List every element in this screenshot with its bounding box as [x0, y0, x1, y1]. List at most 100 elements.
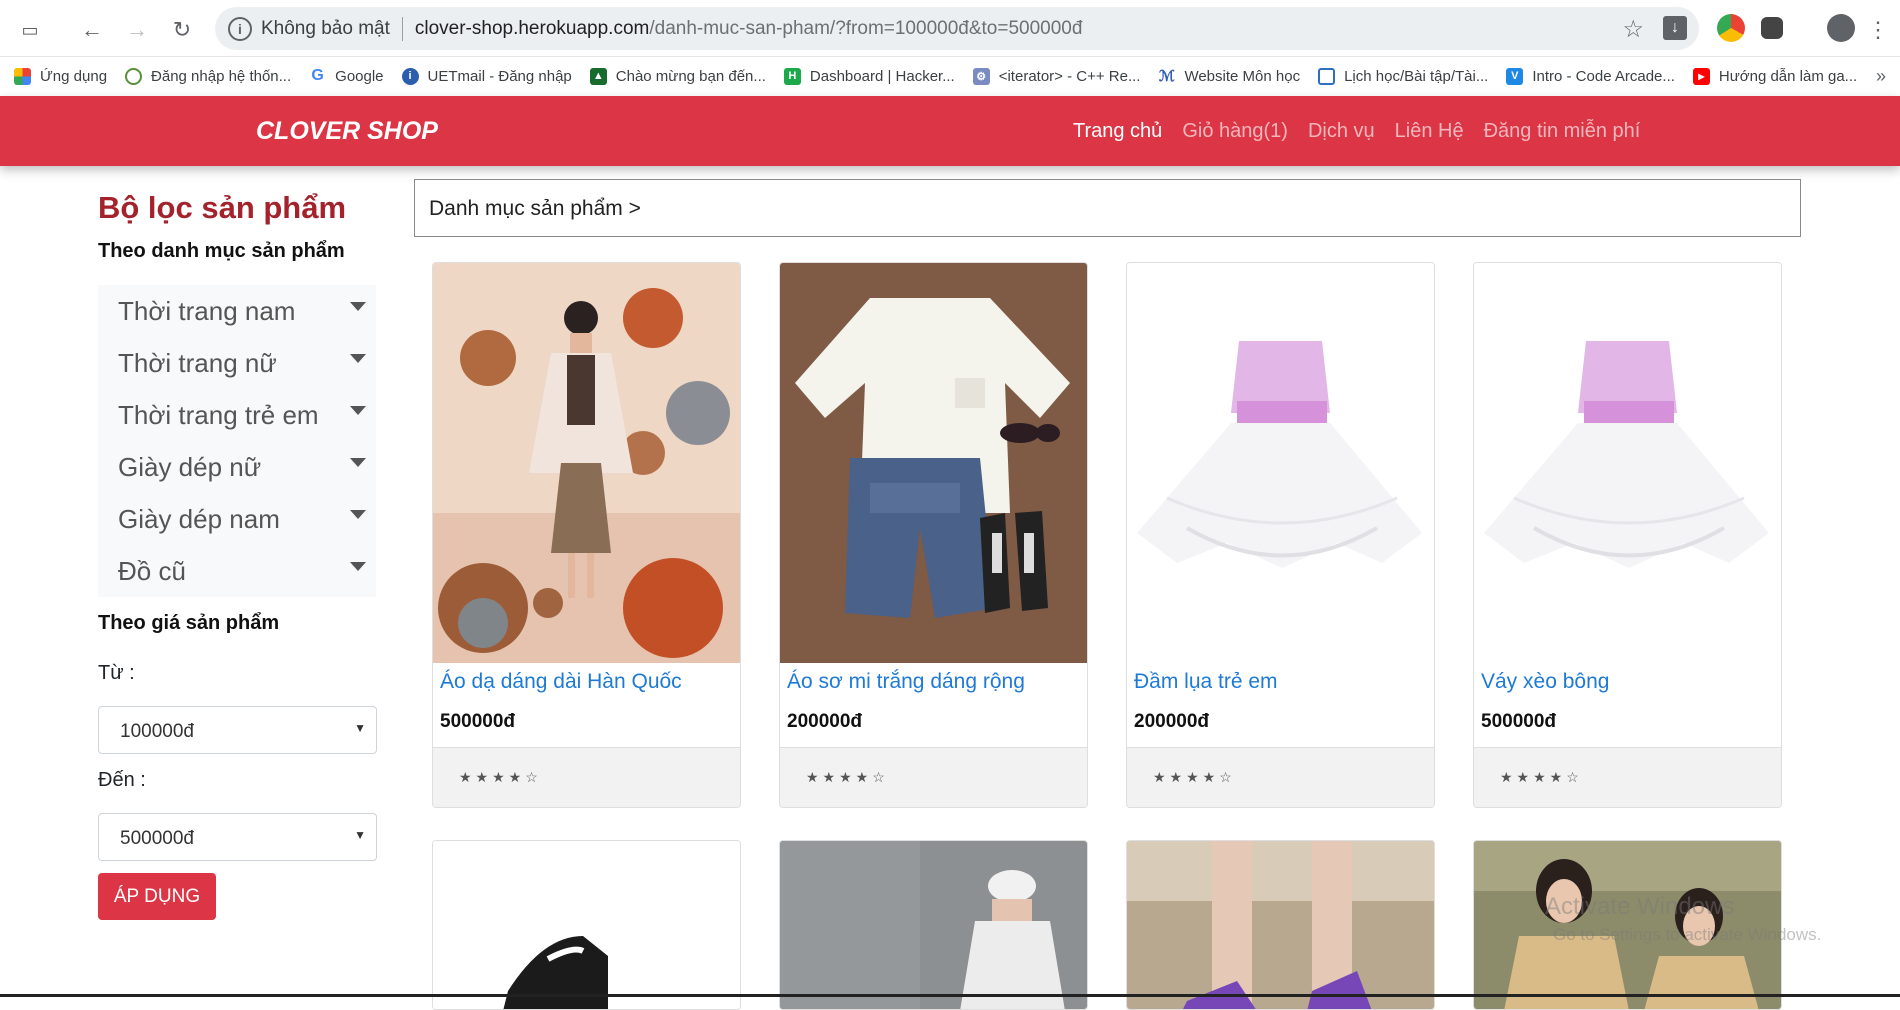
- nav-cart[interactable]: Giỏ hàng(1): [1182, 120, 1288, 143]
- product-image[interactable]: [433, 841, 740, 1010]
- dropdown-arrow-icon: ▼: [354, 721, 366, 735]
- globe-icon: [125, 67, 143, 85]
- brand-logo[interactable]: CLOVER SHOP: [256, 117, 438, 146]
- product-card[interactable]: [779, 840, 1088, 1010]
- nav-home[interactable]: Trang chủ: [1073, 120, 1162, 143]
- google-icon: G: [311, 67, 324, 84]
- download-icon[interactable]: ↓: [1663, 16, 1687, 40]
- bookmarks-overflow-icon[interactable]: »: [1876, 66, 1886, 87]
- category-label: Đồ cũ: [118, 555, 186, 586]
- dropdown-arrow-icon: ▼: [354, 828, 366, 842]
- product-name-link[interactable]: Áo dạ dáng dài Hàn Quốc: [440, 670, 682, 694]
- bookmark-item[interactable]: ▲ Chào mừng bạn đến...: [589, 67, 766, 85]
- bookmark-item[interactable]: ⚙ <iterator> - C++ Re...: [972, 67, 1140, 85]
- product-card[interactable]: Váy xèo bông 500000đ ★★★★☆: [1473, 262, 1782, 808]
- bookmark-item[interactable]: ℳ Website Môn học: [1158, 67, 1301, 86]
- address-bar[interactable]: i Không bảo mật clover-shop.herokuapp.co…: [215, 7, 1699, 50]
- rating-stars-icon: ★★★★☆: [1153, 769, 1236, 785]
- moodle-icon: ℳ: [1158, 68, 1175, 85]
- nav-contact[interactable]: Liên Hệ: [1395, 120, 1464, 143]
- product-name-link[interactable]: Váy xèo bông: [1481, 670, 1609, 694]
- product-rating-bar: ★★★★☆: [1474, 747, 1781, 807]
- product-image[interactable]: [1127, 263, 1434, 663]
- security-label: Không bảo mật: [261, 17, 390, 39]
- bookmark-item[interactable]: V Intro - Code Arcade...: [1506, 67, 1675, 85]
- product-name-link[interactable]: Áo sơ mi trắng dáng rộng: [787, 670, 1025, 694]
- rating-stars-icon: ★★★★☆: [1500, 769, 1583, 785]
- info-icon[interactable]: i: [228, 16, 252, 41]
- forward-arrow-icon[interactable]: →: [121, 14, 153, 46]
- bookmark-label: Đăng nhập hệ thốn...: [151, 67, 292, 85]
- address-separator: [401, 16, 403, 41]
- product-rating-bar: ★★★★☆: [780, 747, 1087, 807]
- youtube-icon: ▶: [1692, 67, 1710, 85]
- reload-icon[interactable]: ↻: [166, 14, 198, 46]
- category-item[interactable]: Giày dép nữ: [98, 441, 376, 493]
- caret-down-icon: [350, 353, 366, 363]
- bookmark-item[interactable]: i UETmail - Đăng nhập: [401, 67, 572, 85]
- caret-down-icon: [350, 561, 366, 571]
- bookmark-item[interactable]: Ứng dụng: [14, 67, 108, 85]
- apply-filter-button[interactable]: ÁP DỤNG: [98, 873, 216, 920]
- product-card[interactable]: Đầm lụa trẻ em 200000đ ★★★★☆: [1126, 262, 1435, 808]
- product-image[interactable]: [780, 841, 1087, 1010]
- category-list: Thời trang nam Thời trang nữ Thời trang …: [98, 285, 376, 597]
- rating-stars-icon: ★★★★☆: [459, 769, 542, 785]
- cpp-icon: ⚙: [972, 67, 990, 85]
- product-card[interactable]: Áo dạ dáng dài Hàn Quốc 500000đ ★★★★☆: [432, 262, 741, 808]
- bookmark-label: Ứng dụng: [40, 67, 108, 85]
- from-price-select[interactable]: 100000đ ▼: [98, 706, 377, 754]
- course-icon: ▲: [589, 67, 607, 85]
- product-image[interactable]: [1127, 841, 1434, 1010]
- url-text[interactable]: clover-shop.herokuapp.com/danh-muc-san-p…: [415, 18, 1083, 40]
- bookmark-item[interactable]: ▶ Hướng dẫn làm ga...: [1692, 67, 1857, 85]
- site-navbar: CLOVER SHOP Trang chủ Giỏ hàng(1) Dịch v…: [0, 96, 1900, 166]
- bookmark-label: Website Môn học: [1184, 67, 1301, 85]
- product-card[interactable]: [432, 840, 741, 1010]
- account-avatar-icon[interactable]: [1827, 14, 1855, 42]
- extension-puzzle-icon[interactable]: [1761, 17, 1783, 39]
- product-image[interactable]: [780, 263, 1087, 663]
- bookmark-item[interactable]: Lịch học/Bài tập/Tài...: [1318, 67, 1489, 85]
- category-label: Thời trang nữ: [118, 347, 277, 378]
- windows-activation-hint: Go to Settings to activate Windows.: [1553, 925, 1822, 944]
- to-price-select[interactable]: 500000đ ▼: [98, 813, 377, 861]
- calendar-icon: [1318, 67, 1336, 85]
- product-price: 500000đ: [1481, 711, 1557, 732]
- bookmark-label: Google: [335, 67, 384, 85]
- tab-overview-icon[interactable]: ▭: [14, 14, 46, 46]
- product-rating-bar: ★★★★☆: [1127, 747, 1434, 807]
- category-item[interactable]: Đồ cũ: [98, 545, 376, 597]
- bookmark-item[interactable]: G Google: [309, 67, 384, 85]
- from-label: Từ :: [98, 662, 135, 684]
- bookmarks-bar: Ứng dụng Đăng nhập hệ thốn... G Google iU…: [0, 57, 1900, 95]
- category-item[interactable]: Thời trang nam: [98, 285, 376, 337]
- product-card[interactable]: Áo sơ mi trắng dáng rộng 200000đ ★★★★☆: [779, 262, 1088, 808]
- codesignal-icon: V: [1506, 67, 1524, 85]
- product-card[interactable]: [1126, 840, 1435, 1010]
- from-price-value: 100000đ: [120, 721, 194, 742]
- category-item[interactable]: Giày dép nam: [98, 493, 376, 545]
- bookmark-item[interactable]: H Dashboard | Hacker...: [783, 67, 955, 85]
- product-name-link[interactable]: Đầm lụa trẻ em: [1134, 670, 1278, 694]
- info-icon: i: [401, 67, 419, 85]
- product-price: 500000đ: [440, 711, 516, 732]
- bookmark-item[interactable]: Đăng nhập hệ thốn...: [125, 67, 292, 85]
- category-item[interactable]: Thời trang nữ: [98, 337, 376, 389]
- bookmark-label: Lịch học/Bài tập/Tài...: [1344, 67, 1489, 85]
- product-image[interactable]: [433, 263, 740, 663]
- product-image[interactable]: [1474, 263, 1781, 663]
- bookmark-star-icon[interactable]: ☆: [1622, 15, 1644, 44]
- nav-post-free[interactable]: Đăng tin miễn phí: [1484, 120, 1641, 143]
- category-label: Thời trang trẻ em: [118, 399, 319, 430]
- product-rating-bar: ★★★★☆: [433, 747, 740, 807]
- bookmark-label: Dashboard | Hacker...: [809, 67, 955, 85]
- extension-chrome-icon[interactable]: [1717, 14, 1745, 42]
- browser-menu-icon[interactable]: ⋮: [1862, 14, 1894, 46]
- apps-grid-icon: [14, 67, 31, 85]
- breadcrumb: Danh mục sản phẩm >: [414, 179, 1801, 237]
- nav-services[interactable]: Dịch vụ: [1308, 120, 1375, 143]
- category-item[interactable]: Thời trang trẻ em: [98, 389, 376, 441]
- back-arrow-icon[interactable]: ←: [76, 14, 108, 46]
- caret-down-icon: [350, 301, 366, 311]
